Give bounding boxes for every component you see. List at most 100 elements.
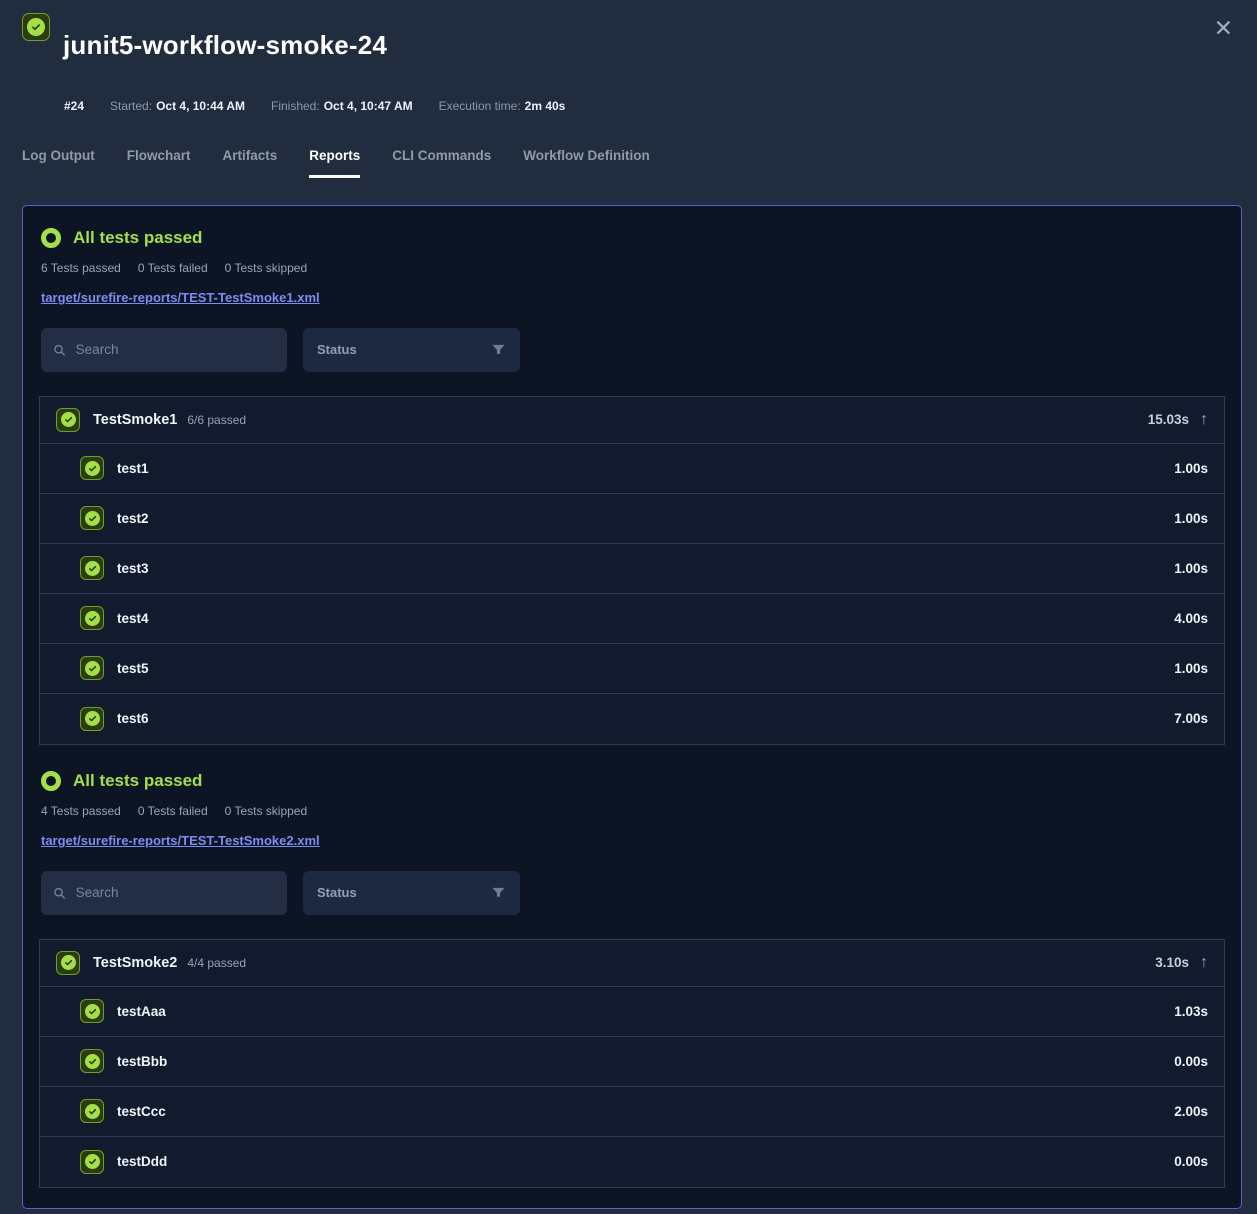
status-filter-dropdown[interactable]: Status	[303, 328, 520, 372]
test-duration: 1.00s	[1174, 561, 1208, 576]
execution-time-meta: Execution time: 2m 40s	[439, 99, 566, 113]
section-status-header: All tests passed	[39, 771, 1225, 791]
execution-time-label: Execution time:	[439, 99, 521, 113]
test-duration: 1.00s	[1174, 661, 1208, 676]
status-filter-label: Status	[317, 342, 357, 357]
test-row[interactable]: test5 1.00s	[40, 644, 1224, 694]
test-duration: 0.00s	[1174, 1154, 1208, 1169]
search-icon	[53, 343, 66, 357]
sort-ascending-icon[interactable]: ↑	[1200, 412, 1208, 428]
search-box[interactable]	[41, 871, 287, 915]
execution-meta: #24 Started: Oct 4, 10:44 AM Finished: Oct…	[0, 78, 1257, 113]
tests-skipped-count: 0 Tests skipped	[225, 804, 308, 818]
test-duration: 7.00s	[1174, 711, 1208, 726]
test-name: test6	[117, 711, 149, 726]
tab-bar: Log Output Flowchart Artifacts Reports C…	[0, 113, 1257, 178]
test-passed-icon	[80, 606, 104, 630]
tab-cli-commands[interactable]: CLI Commands	[392, 148, 491, 178]
test-counts: 6 Tests passed 0 Tests failed 0 Tests sk…	[39, 261, 1225, 275]
suite-summary: 4/4 passed	[187, 956, 246, 970]
suite-summary: 6/6 passed	[187, 413, 246, 427]
sort-ascending-icon[interactable]: ↑	[1200, 955, 1208, 971]
test-row[interactable]: test1 1.00s	[40, 444, 1224, 494]
test-row[interactable]: test6 7.00s	[40, 694, 1224, 744]
test-passed-icon	[80, 656, 104, 680]
search-input[interactable]	[74, 884, 275, 901]
tab-log-output[interactable]: Log Output	[22, 148, 95, 178]
filter-controls: Status	[39, 328, 1225, 372]
test-passed-icon	[80, 1099, 104, 1123]
test-row[interactable]: testAaa 1.03s	[40, 987, 1224, 1037]
test-name: testBbb	[117, 1054, 167, 1069]
test-row[interactable]: testCcc 2.00s	[40, 1087, 1224, 1137]
tests-failed-count: 0 Tests failed	[138, 261, 208, 275]
report-xml-link[interactable]: target/surefire-reports/TEST-TestSmoke2.…	[41, 833, 320, 848]
tests-passed-count: 6 Tests passed	[41, 261, 121, 275]
test-row[interactable]: testDdd 0.00s	[40, 1137, 1224, 1187]
started-label: Started:	[110, 99, 152, 113]
test-row[interactable]: test4 4.00s	[40, 594, 1224, 644]
filter-controls: Status	[39, 871, 1225, 915]
test-results-table: TestSmoke1 6/6 passed 15.03s ↑ test1 1.0…	[39, 396, 1225, 745]
test-name: test1	[117, 461, 149, 476]
workflow-status-passed-icon	[22, 13, 50, 41]
suite-passed-icon	[56, 408, 80, 432]
test-passed-icon	[80, 556, 104, 580]
suite-passed-icon	[56, 951, 80, 975]
suite-header-row[interactable]: TestSmoke2 4/4 passed 3.10s ↑	[40, 940, 1224, 987]
test-row[interactable]: test3 1.00s	[40, 544, 1224, 594]
test-passed-icon	[80, 999, 104, 1023]
filter-funnel-icon	[491, 885, 506, 900]
test-passed-icon	[80, 1049, 104, 1073]
finished-meta: Finished: Oct 4, 10:47 AM	[271, 99, 413, 113]
test-duration: 2.00s	[1174, 1104, 1208, 1119]
window-header: junit5-workflow-smoke-24 ✕	[0, 0, 1257, 78]
report-section-testsmoke1: All tests passed 6 Tests passed 0 Tests …	[39, 228, 1225, 745]
tab-reports[interactable]: Reports	[309, 148, 360, 178]
status-filter-dropdown[interactable]: Status	[303, 871, 520, 915]
test-counts: 4 Tests passed 0 Tests failed 0 Tests sk…	[39, 804, 1225, 818]
test-name: testAaa	[117, 1004, 166, 1019]
test-name: testDdd	[117, 1154, 167, 1169]
suite-duration: 3.10s	[1155, 955, 1189, 970]
test-duration: 1.00s	[1174, 461, 1208, 476]
test-duration: 1.03s	[1174, 1004, 1208, 1019]
test-row[interactable]: test2 1.00s	[40, 494, 1224, 544]
all-passed-ring-icon	[41, 771, 61, 791]
test-duration: 1.00s	[1174, 511, 1208, 526]
test-name: test5	[117, 661, 149, 676]
suite-duration: 15.03s	[1148, 412, 1189, 427]
suite-name: TestSmoke2	[93, 955, 177, 971]
tab-artifacts[interactable]: Artifacts	[223, 148, 278, 178]
tab-workflow-definition[interactable]: Workflow Definition	[523, 148, 650, 178]
report-section-testsmoke2: All tests passed 4 Tests passed 0 Tests …	[39, 771, 1225, 1188]
test-duration: 0.00s	[1174, 1054, 1208, 1069]
test-name: test2	[117, 511, 149, 526]
search-box[interactable]	[41, 328, 287, 372]
filter-funnel-icon	[491, 342, 506, 357]
test-name: testCcc	[117, 1104, 166, 1119]
test-name: test3	[117, 561, 149, 576]
tests-passed-count: 4 Tests passed	[41, 804, 121, 818]
tests-skipped-count: 0 Tests skipped	[225, 261, 308, 275]
execution-time-value: 2m 40s	[525, 99, 566, 113]
search-input[interactable]	[74, 341, 275, 358]
finished-value: Oct 4, 10:47 AM	[324, 99, 413, 113]
test-passed-icon	[80, 707, 104, 731]
started-meta: Started: Oct 4, 10:44 AM	[110, 99, 245, 113]
finished-label: Finished:	[271, 99, 320, 113]
search-icon	[53, 886, 66, 900]
suite-header-row[interactable]: TestSmoke1 6/6 passed 15.03s ↑	[40, 397, 1224, 444]
test-results-table: TestSmoke2 4/4 passed 3.10s ↑ testAaa 1.…	[39, 939, 1225, 1188]
tab-flowchart[interactable]: Flowchart	[127, 148, 191, 178]
section-status-title: All tests passed	[73, 771, 202, 791]
test-name: test4	[117, 611, 149, 626]
close-icon[interactable]: ✕	[1212, 13, 1235, 43]
tests-failed-count: 0 Tests failed	[138, 804, 208, 818]
test-row[interactable]: testBbb 0.00s	[40, 1037, 1224, 1087]
started-value: Oct 4, 10:44 AM	[156, 99, 245, 113]
test-passed-icon	[80, 506, 104, 530]
report-xml-link[interactable]: target/surefire-reports/TEST-TestSmoke1.…	[41, 290, 320, 305]
run-number: #24	[64, 99, 84, 113]
page-title: junit5-workflow-smoke-24	[63, 30, 387, 60]
